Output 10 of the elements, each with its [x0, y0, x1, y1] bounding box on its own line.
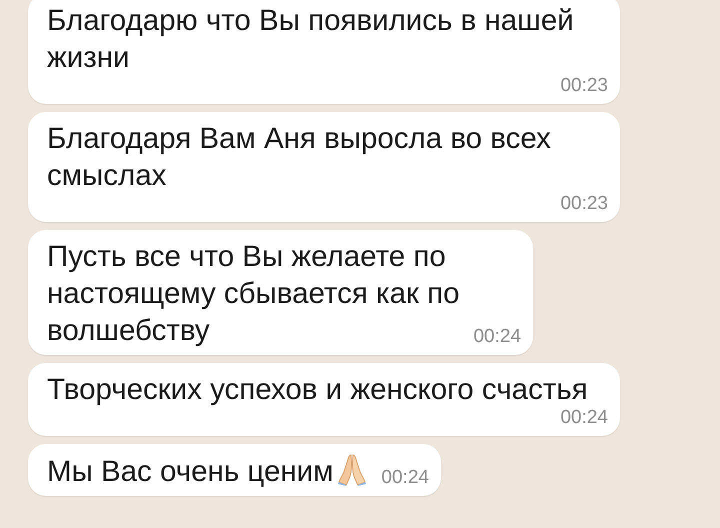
message-text: Творческих успехов и женского счастья: [47, 372, 588, 408]
message-time: 00:24: [473, 325, 522, 349]
message-time: 00:23: [560, 192, 608, 216]
message-text: Благодарю что Вы появились в нашей жизни: [47, 3, 574, 76]
message-time: 00:24: [381, 466, 429, 490]
message-text: Пусть все что Вы желаете по настоящему сбывается как по волшебству: [47, 239, 460, 349]
message-text: Мы Вас очень ценим: [47, 454, 334, 490]
message-time: 00:24: [560, 406, 608, 430]
message-time: 00:23: [560, 74, 608, 98]
message-text: Благодаря Вам Аня выросла во всех смыслах: [47, 121, 551, 194]
